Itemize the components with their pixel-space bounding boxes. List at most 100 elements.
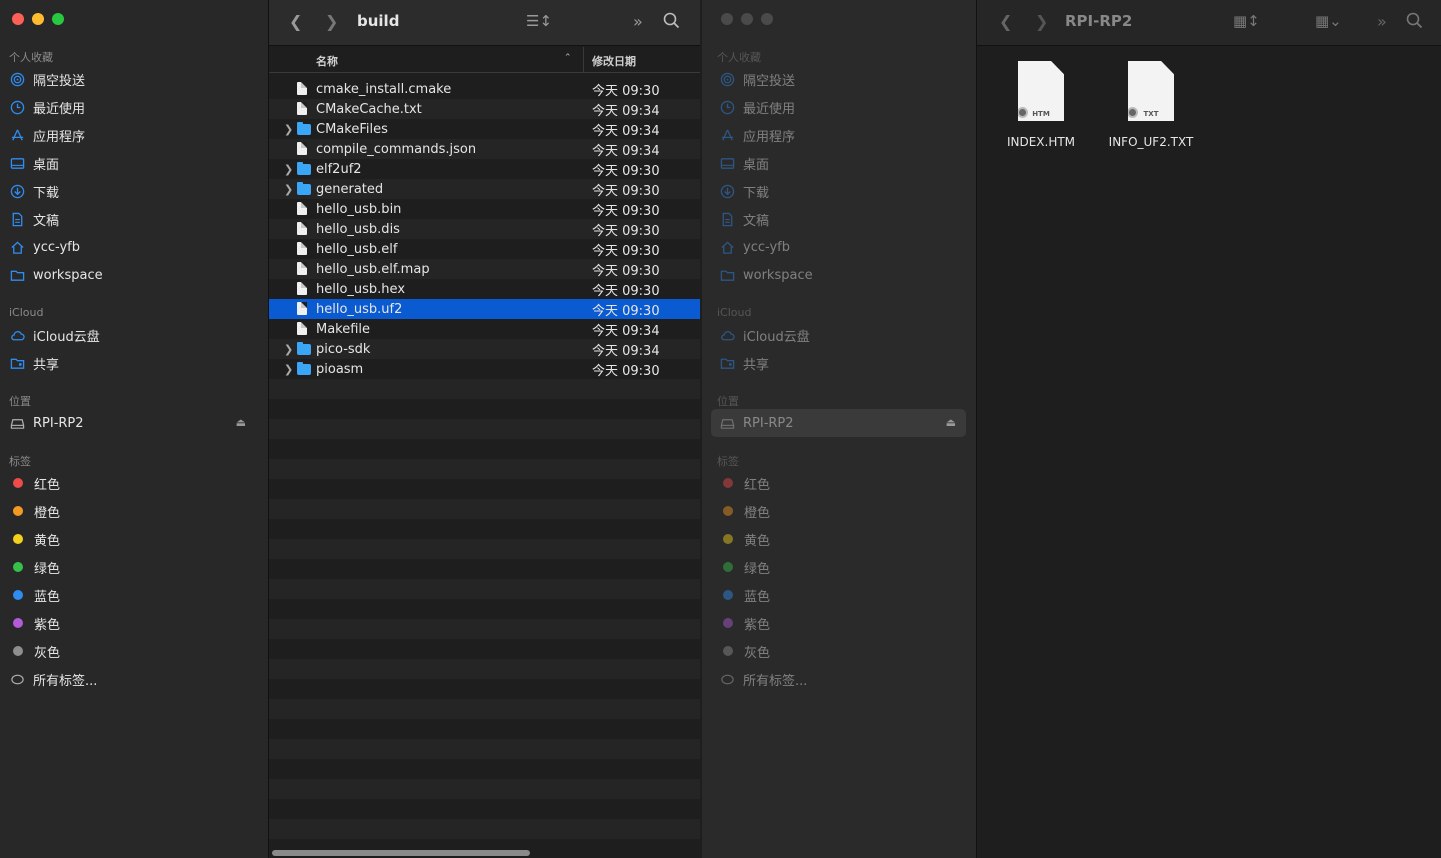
sidebar-item[interactable]: 红色 [719, 470, 770, 496]
sidebar-item[interactable]: ycc-yfb [9, 234, 80, 260]
disclosure-chevron-icon[interactable]: ❯ [284, 183, 293, 196]
disclosure-chevron-icon[interactable]: ❯ [284, 363, 293, 376]
disclosure-chevron-icon[interactable]: ❯ [284, 163, 293, 176]
folder-row[interactable]: ❯ pioasm 今天 09:30 [269, 359, 700, 379]
sidebar-item[interactable]: 紫色 [719, 610, 770, 636]
minimize-button[interactable] [741, 13, 753, 25]
sidebar-item[interactable]: 共享 [719, 350, 769, 376]
file-date: 今天 09:34 [592, 103, 660, 119]
folder-row[interactable]: ❯ CMakeFiles 今天 09:34 [269, 119, 700, 139]
sidebar-item[interactable]: iCloud云盘 [719, 322, 810, 348]
more-icon[interactable]: » [633, 12, 643, 31]
file-row[interactable]: hello_usb.elf.map 今天 09:30 [269, 259, 700, 279]
sidebar-item[interactable]: 隔空投送 [719, 66, 795, 92]
drive-icon [719, 415, 735, 431]
sidebar-item[interactable]: 紫色 [9, 610, 60, 636]
more-icon[interactable]: » [1377, 12, 1387, 31]
sidebar-item[interactable]: 蓝色 [9, 582, 60, 608]
folder-row[interactable]: ❯ elf2uf2 今天 09:30 [269, 159, 700, 179]
folder-icon [297, 342, 311, 356]
minimize-button[interactable] [32, 13, 44, 25]
file-name: pico-sdk [316, 341, 371, 357]
zoom-button[interactable] [52, 13, 64, 25]
file-row[interactable]: Makefile 今天 09:34 [269, 319, 700, 339]
sidebar-item[interactable]: 下载 [719, 178, 769, 204]
file-row[interactable]: compile_commands.json 今天 09:34 [269, 139, 700, 159]
sidebar-item[interactable]: 文稿 [9, 206, 59, 232]
sidebar-item[interactable]: ycc-yfb [719, 234, 790, 260]
sidebar-item-label: 下载 [33, 185, 60, 201]
section-header: 标签 [9, 455, 31, 468]
icon-view-icon[interactable]: ▦↕ [1233, 12, 1260, 30]
sidebar-item[interactable]: 橙色 [719, 498, 770, 524]
sidebar-item[interactable]: workspace [9, 262, 103, 288]
sidebar-item[interactable]: 共享 [9, 350, 59, 376]
empty-row [269, 519, 700, 539]
close-button[interactable] [12, 13, 24, 25]
zoom-button[interactable] [761, 13, 773, 25]
sidebar-item[interactable]: 绿色 [9, 554, 60, 580]
sidebar-item[interactable]: 所有标签... [9, 666, 97, 692]
sidebar-item[interactable]: 黄色 [719, 526, 770, 552]
forward-icon[interactable]: ❯ [325, 12, 338, 31]
list-view-icon[interactable]: ☰↕ [526, 12, 552, 30]
file-row[interactable]: hello_usb.hex 今天 09:30 [269, 279, 700, 299]
sidebar-item[interactable]: 黄色 [9, 526, 60, 552]
file-row[interactable]: CMakeCache.txt 今天 09:34 [269, 99, 700, 119]
file-row[interactable]: cmake_install.cmake 今天 09:30 [269, 79, 700, 99]
file-name: generated [316, 181, 384, 197]
eject-icon[interactable]: ⏏ [946, 416, 956, 429]
sidebar-item[interactable]: 橙色 [9, 498, 60, 524]
eject-icon[interactable]: ⏏ [236, 416, 246, 429]
sidebar-item[interactable]: 桌面 [719, 150, 769, 176]
file-row[interactable]: hello_usb.uf2 今天 09:30 [269, 299, 700, 319]
sidebar-item[interactable]: 应用程序 [719, 122, 795, 148]
sidebar-item[interactable]: RPI-RP2 [719, 410, 794, 436]
sidebar-item[interactable]: 蓝色 [719, 582, 770, 608]
sidebar-item[interactable]: 灰色 [9, 638, 60, 664]
search-icon[interactable] [663, 12, 680, 33]
sidebar-item[interactable]: 灰色 [719, 638, 770, 664]
sidebar-item[interactable]: RPI-RP2 [9, 410, 84, 436]
sidebar-item[interactable]: 桌面 [9, 150, 59, 176]
sidebar-item[interactable]: 红色 [9, 470, 60, 496]
sidebar-item[interactable]: 下载 [9, 178, 59, 204]
file-row[interactable]: hello_usb.dis 今天 09:30 [269, 219, 700, 239]
sidebar-item[interactable]: workspace [719, 262, 813, 288]
tag-dot-icon [13, 590, 23, 600]
sidebar-item-label: RPI-RP2 [33, 415, 84, 431]
back-icon[interactable]: ❮ [289, 12, 302, 31]
sidebar-item[interactable]: 所有标签... [719, 666, 807, 692]
horizontal-scrollbar[interactable] [269, 847, 700, 858]
column-date[interactable]: 修改日期 [592, 53, 636, 69]
back-icon[interactable]: ❮ [999, 12, 1012, 31]
sidebar-item[interactable]: 隔空投送 [9, 66, 85, 92]
sidebar-item[interactable]: 文稿 [719, 206, 769, 232]
group-view-icon[interactable]: ▦⌄ [1315, 12, 1342, 30]
sidebar-item[interactable]: 最近使用 [9, 94, 85, 120]
file-row[interactable]: hello_usb.bin 今天 09:30 [269, 199, 700, 219]
folder-row[interactable]: ❯ generated 今天 09:30 [269, 179, 700, 199]
forward-icon[interactable]: ❯ [1035, 12, 1048, 31]
folder-row[interactable]: ❯ pico-sdk 今天 09:34 [269, 339, 700, 359]
clock-icon [9, 99, 25, 115]
sidebar-item[interactable]: 应用程序 [9, 122, 85, 148]
sidebar-item[interactable]: 绿色 [719, 554, 770, 580]
disclosure-chevron-icon[interactable]: ❯ [284, 343, 293, 356]
document-icon: HTM [1018, 61, 1064, 121]
sidebar-item-label: iCloud云盘 [743, 329, 810, 345]
file-row[interactable]: hello_usb.elf 今天 09:30 [269, 239, 700, 259]
scroll-thumb[interactable] [272, 850, 530, 856]
file-icon [297, 322, 310, 336]
search-icon[interactable] [1406, 12, 1423, 33]
disclosure-chevron-icon[interactable]: ❯ [284, 123, 293, 136]
file-icon-item[interactable]: HTM INDEX.HTM [991, 61, 1091, 149]
sidebar-item-label: 隔空投送 [743, 73, 796, 89]
column-name[interactable]: 名称 [316, 53, 338, 69]
sort-chevron-up-icon[interactable]: ˆ [565, 52, 571, 65]
sidebar-item[interactable]: iCloud云盘 [9, 322, 100, 348]
empty-row [269, 459, 700, 479]
close-button[interactable] [721, 13, 733, 25]
sidebar-item[interactable]: 最近使用 [719, 94, 795, 120]
file-icon-item[interactable]: TXT INFO_UF2.TXT [1101, 61, 1201, 149]
